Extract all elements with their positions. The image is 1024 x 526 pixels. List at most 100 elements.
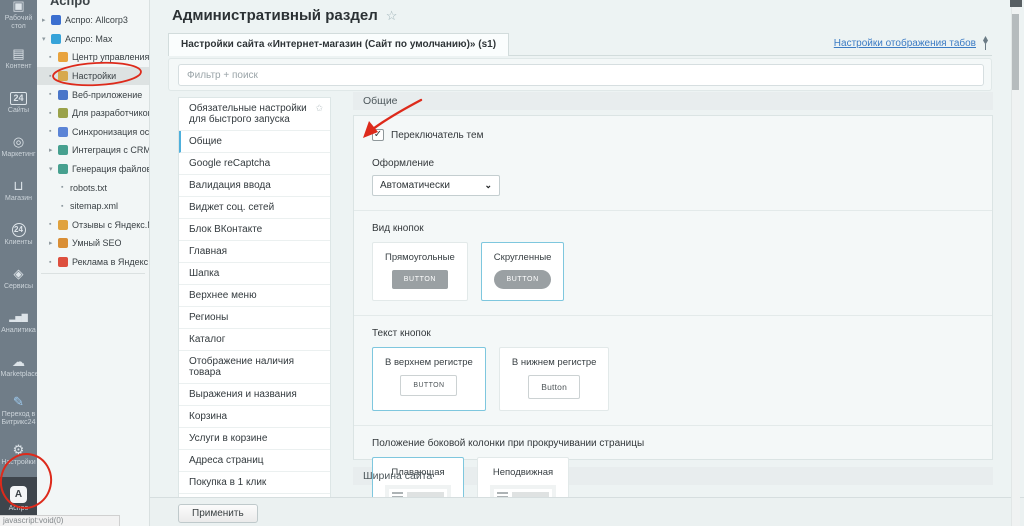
tree-item-label: sitemap.xml	[70, 201, 118, 211]
main-area: Административный раздел☆ Настройки сайта…	[150, 0, 1024, 526]
menu-item-top-menu[interactable]: Верхнее меню	[179, 285, 330, 307]
expand-icon[interactable]: ▸	[49, 146, 58, 154]
menu-item-catalog[interactable]: Каталог	[179, 329, 330, 351]
expand-icon[interactable]: ▸	[42, 16, 51, 24]
menu-item-vk-block[interactable]: Блок ВКонтакте	[179, 219, 330, 241]
sidebar-item-content[interactable]: ▤ Контент	[0, 37, 37, 81]
aspro-app-icon: A	[10, 486, 27, 503]
tree-item-aspro-max[interactable]: ▾ Аспро: Max	[37, 30, 149, 49]
sidebar-item-shop[interactable]: ⊔ Магазин	[0, 169, 37, 213]
menu-item-label: Общие	[189, 136, 222, 147]
menu-item-label: Каталог	[189, 334, 225, 345]
menu-item-page-urls[interactable]: Адреса страниц	[179, 450, 330, 472]
tree-item-icon	[58, 71, 68, 81]
menu-item-required-settings[interactable]: Обязательные настройки для быстрого запу…	[179, 98, 330, 131]
design-select[interactable]: Автоматически ⌄	[372, 175, 500, 196]
menu-item-cart-services[interactable]: Услуги в корзине	[179, 428, 330, 450]
menu-item-stock-display[interactable]: Отображение наличия товара	[179, 351, 330, 384]
tree-list: ▸ Аспро: Allcorp3 ▾ Аспро: Max ▪ Центр у…	[37, 11, 149, 271]
tree-item-icon	[58, 145, 68, 155]
tree-item-label: Веб-приложение	[72, 90, 142, 100]
tree-item-label: Центр управления	[72, 52, 149, 62]
tree-item-yandex-ads[interactable]: ▪ Реклама в Яндекс	[37, 253, 149, 272]
tree-item-label: Настройки	[72, 71, 116, 81]
menu-item-label: Покупка в 1 клик	[189, 477, 266, 488]
tree-item-icon	[58, 238, 68, 248]
tree-item-file-generation[interactable]: ▾ Генерация файлов	[37, 160, 149, 179]
menu-item-recaptcha[interactable]: Google reCaptcha	[179, 153, 330, 175]
tree-item-settings[interactable]: ▪ Настройки	[37, 67, 149, 86]
tree-item-icon	[58, 127, 68, 137]
menu-item-social-widget[interactable]: Виджет соц. сетей	[179, 197, 330, 219]
divider	[354, 210, 992, 211]
tree-item-crm-integration[interactable]: ▸ Интеграция с CRM	[37, 141, 149, 160]
sidebar-item-settings[interactable]: ⚙ Настройки	[0, 433, 37, 477]
bullet-icon: ▪	[49, 54, 58, 61]
tree-item-smart-seo[interactable]: ▸ Умный SEO	[37, 234, 149, 253]
general-settings-group: ✓ Переключатель тем Оформление Автоматич…	[353, 115, 993, 460]
sites-icon: 24	[10, 92, 26, 105]
button-text-title: Текст кнопок	[372, 328, 974, 339]
desktop-icon: ▣	[12, 0, 24, 13]
option-card-lowercase[interactable]: В нижнем регистре Button	[499, 347, 610, 411]
sidebar-item-marketing[interactable]: ◎ Маркетинг	[0, 125, 37, 169]
menu-item-regions[interactable]: Регионы	[179, 307, 330, 329]
option-label: В верхнем регистре	[385, 357, 473, 368]
menu-item-header[interactable]: Шапка	[179, 263, 330, 285]
tree-item-label: Отзывы с Яндекс.Маркет	[72, 220, 149, 230]
menu-item-one-click-buy[interactable]: Покупка в 1 клик	[179, 472, 330, 494]
tree-item-developers[interactable]: ▪ Для разработчиков	[37, 104, 149, 123]
vertical-scrollbar-thumb[interactable]	[1012, 14, 1019, 90]
collapse-icon[interactable]: ▾	[49, 165, 58, 173]
sidebar-item-sites[interactable]: 24 Сайты	[0, 81, 37, 125]
filter-search-input[interactable]	[178, 64, 984, 86]
menu-item-cart[interactable]: Корзина	[179, 406, 330, 428]
sidebar-item-services[interactable]: ◈ Сервисы	[0, 257, 37, 301]
tree-item-robots-txt[interactable]: ▪ robots.txt	[37, 178, 149, 197]
apply-button[interactable]: Применить	[178, 504, 258, 523]
design-select-value: Автоматически	[380, 180, 450, 191]
tab-site-settings[interactable]: Настройки сайта «Интернет-магазин (Сайт …	[168, 33, 509, 56]
tree-item-yandex-market-reviews[interactable]: ▪ Отзывы с Яндекс.Маркет	[37, 216, 149, 235]
tree-item-label: Генерация файлов	[72, 164, 149, 174]
sidebar-item-bitrix24[interactable]: ✎ Переход в Битрикс24	[0, 389, 37, 433]
sidebar-item-analytics[interactable]: ▂▅▇ Аналитика	[0, 301, 37, 345]
sidebar-item-label: Сайты	[8, 107, 29, 115]
sidebar-item-label: Переход в Битрикс24	[1, 411, 37, 427]
pin-icon[interactable]	[981, 36, 990, 55]
analytics-icon: ▂▅▇	[9, 311, 27, 325]
star-icon[interactable]: ✩	[315, 103, 323, 114]
sidebar-item-marketplace[interactable]: ☁ Marketplace	[0, 345, 37, 389]
sidebar-item-desktop[interactable]: ▣ Рабочий стол	[0, 0, 37, 37]
tree-item-stock-sync[interactable]: ▪ Синхронизация остатков	[37, 123, 149, 142]
tabs-display-settings-link[interactable]: Настройки отображения табов	[834, 38, 976, 49]
option-card-rectangular[interactable]: Прямоугольные BUTTON	[372, 242, 468, 301]
content-icon: ▤	[12, 47, 24, 61]
favorite-star-icon[interactable]: ☆	[386, 8, 398, 23]
theme-toggle-row[interactable]: ✓ Переключатель тем	[372, 129, 974, 141]
button-style-options: Прямоугольные BUTTON Скругленные BUTTON	[372, 242, 974, 301]
bitrix24-pencil-icon: ✎	[13, 395, 24, 409]
menu-item-label: Валидация ввода	[189, 180, 271, 191]
tree-item-web-app[interactable]: ▪ Веб-приложение	[37, 85, 149, 104]
tab-strip: Настройки сайта «Интернет-магазин (Сайт …	[168, 33, 992, 56]
filter-panel	[168, 58, 992, 91]
menu-item-input-validation[interactable]: Валидация ввода	[179, 175, 330, 197]
tree-item-control-center[interactable]: ▪ Центр управления	[37, 48, 149, 67]
collapse-icon[interactable]: ▾	[42, 35, 51, 43]
option-card-uppercase[interactable]: В верхнем регистре BUTTON	[372, 347, 486, 411]
app-sidebar: ▣ Рабочий стол ▤ Контент 24 Сайты ◎ Марк…	[0, 0, 37, 526]
menu-item-general[interactable]: Общие	[179, 131, 330, 153]
tree-item-label: Аспро: Allcorp3	[65, 15, 128, 25]
menu-item-home[interactable]: Главная	[179, 241, 330, 263]
tree-item-sitemap-xml[interactable]: ▪ sitemap.xml	[37, 197, 149, 216]
expand-icon[interactable]: ▸	[49, 239, 58, 247]
menu-item-label: Отображение наличия товара	[189, 356, 294, 378]
tree-item-allcorp3[interactable]: ▸ Аспро: Allcorp3	[37, 11, 149, 30]
tree-item-icon	[51, 34, 61, 44]
menu-item-expressions[interactable]: Выражения и названия	[179, 384, 330, 406]
theme-toggle-checkbox[interactable]: ✓	[372, 129, 384, 141]
option-card-rounded[interactable]: Скругленные BUTTON	[481, 242, 565, 301]
sidebar-item-clients[interactable]: 24 Клиенты	[0, 213, 37, 257]
sidebar-item-label: Настройки	[1, 459, 35, 467]
